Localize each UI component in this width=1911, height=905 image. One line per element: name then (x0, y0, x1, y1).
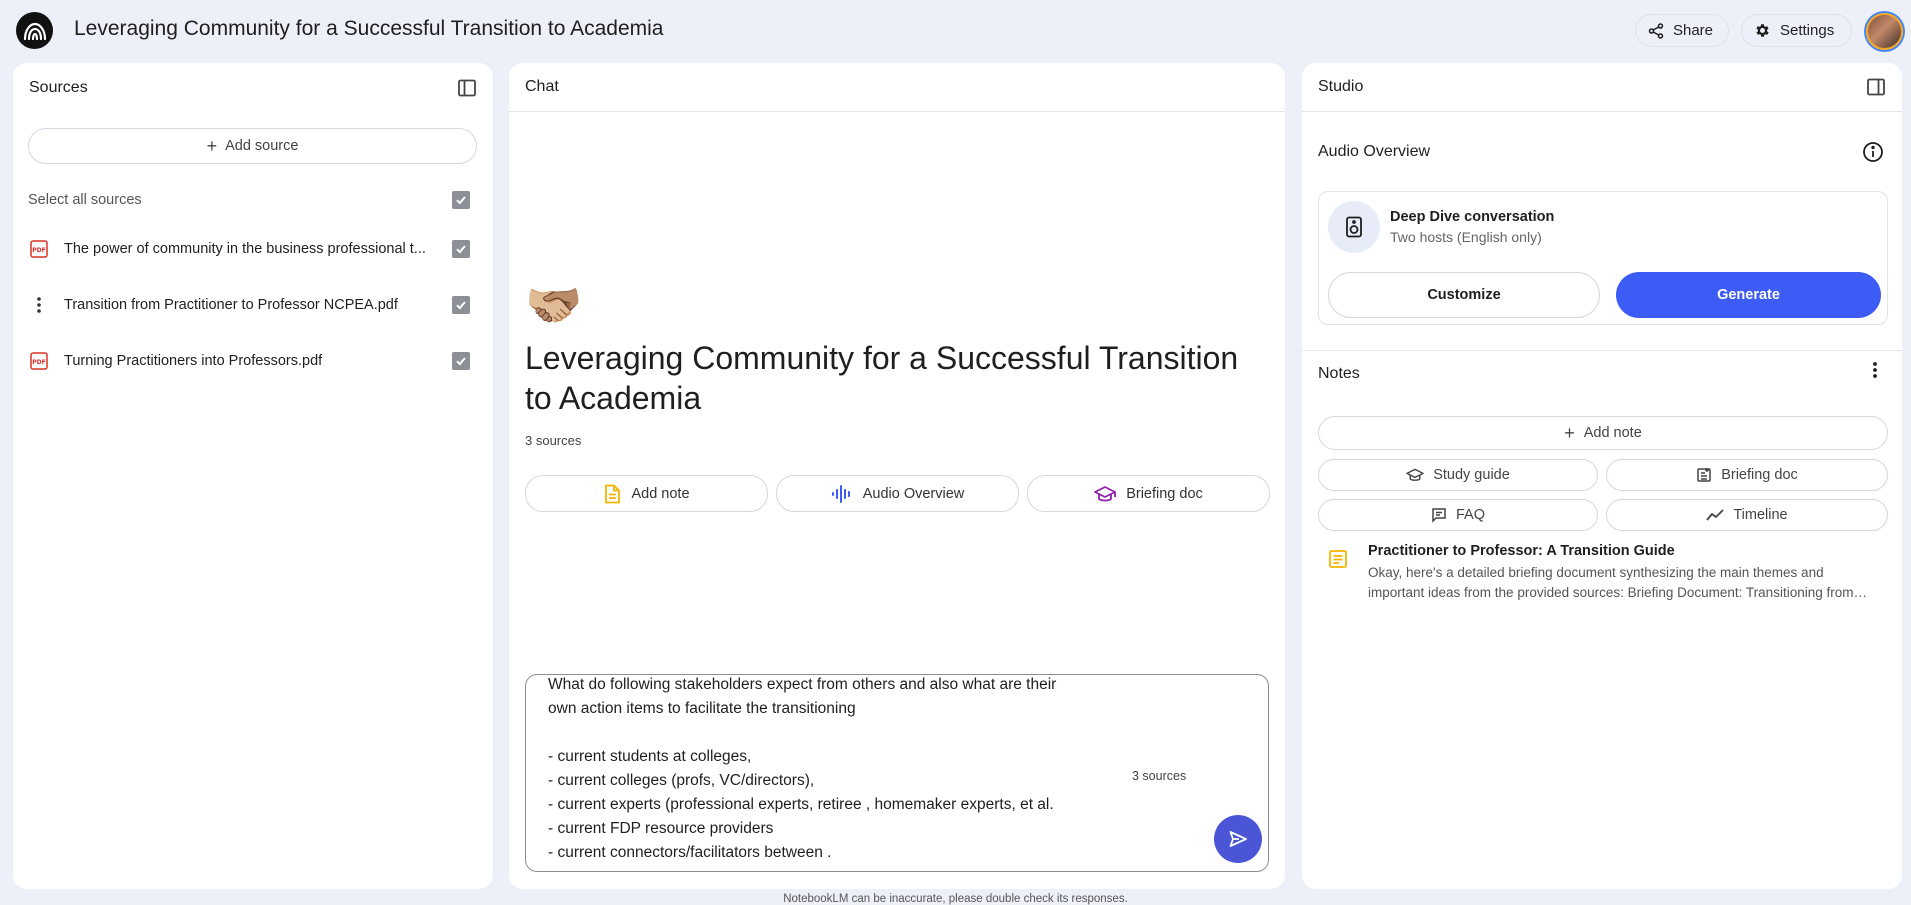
select-all-checkbox[interactable] (452, 191, 470, 209)
source-checkbox[interactable] (452, 240, 470, 258)
note-icon (1329, 550, 1347, 568)
audio-overview-button[interactable]: Audio Overview (776, 475, 1019, 512)
divider (1302, 350, 1902, 351)
collapse-panel-icon[interactable] (1866, 77, 1886, 97)
deep-dive-card: Deep Dive conversation Two hosts (Englis… (1318, 191, 1888, 325)
saved-note[interactable]: Practitioner to Professor: A Transition … (1318, 543, 1888, 603)
pdf-icon: PDF (28, 352, 50, 370)
source-item[interactable]: PDF The power of community in the busine… (28, 235, 480, 263)
select-all-label: Select all sources (28, 192, 142, 208)
studio-panel-title: Studio (1318, 78, 1364, 95)
plus-icon: + (1564, 423, 1575, 443)
studio-panel: Studio Audio Overview Deep Dive conversa… (1302, 63, 1902, 889)
source-name: The power of community in the business p… (64, 241, 426, 257)
studio-panel-header: Studio (1302, 63, 1902, 112)
note-doc-icon (605, 484, 621, 503)
notes-heading: Notes (1318, 365, 1360, 382)
settings-label: Settings (1780, 22, 1835, 39)
disclaimer-text: NotebookLM can be inaccurate, please dou… (783, 893, 1128, 905)
collapse-panel-icon[interactable] (457, 78, 477, 98)
source-name: Turning Practitioners into Professors.pd… (64, 353, 323, 369)
share-button[interactable]: Share (1635, 14, 1729, 47)
more-vert-icon[interactable] (28, 296, 50, 314)
trending-line-icon (1706, 509, 1724, 521)
sources-panel: Sources + Add source Select all sources … (13, 63, 493, 889)
share-icon (1648, 22, 1664, 39)
deep-dive-title: Deep Dive conversation (1390, 209, 1555, 225)
briefing-doc-label: Briefing doc (1126, 485, 1203, 502)
handshake-emoji-icon: 🫱🏼‍🫲🏽 (525, 279, 583, 331)
source-count: 3 sources (525, 433, 582, 448)
source-name: Transition from Practitioner to Professo… (64, 297, 398, 313)
notebook-heading: Leveraging Community for a Successful Tr… (525, 340, 1239, 416)
query-text[interactable]: What do following stakeholders expect fr… (548, 675, 1108, 865)
document-icon (1697, 468, 1711, 482)
briefing-doc-label: Briefing doc (1721, 467, 1798, 483)
study-guide-button[interactable]: Study guide (1318, 459, 1598, 491)
sources-panel-header: Sources (13, 63, 493, 112)
sources-panel-title: Sources (29, 78, 88, 96)
select-all-sources-row[interactable]: Select all sources (28, 186, 480, 214)
more-vert-icon[interactable] (1872, 360, 1878, 380)
plus-icon: + (206, 136, 218, 156)
info-icon[interactable] (1862, 141, 1884, 163)
briefing-doc-button[interactable]: Briefing doc (1606, 459, 1888, 491)
speaker-icon (1328, 201, 1380, 253)
settings-button[interactable]: Settings (1741, 14, 1852, 47)
faq-label: FAQ (1455, 507, 1485, 523)
add-note-button[interactable]: + Add note (1318, 416, 1888, 450)
notebooklm-logo-icon[interactable] (16, 12, 53, 49)
audio-overview-heading: Audio Overview (1318, 143, 1431, 160)
chat-panel-title: Chat (525, 78, 559, 95)
audio-wave-icon (831, 484, 850, 503)
generate-button[interactable]: Generate (1616, 272, 1881, 318)
add-source-button[interactable]: + Add source (28, 128, 477, 164)
query-source-count: 3 sources (1132, 769, 1187, 783)
source-checkbox[interactable] (452, 296, 470, 314)
notebook-title[interactable]: Leveraging Community for a Successful Tr… (74, 17, 663, 41)
deep-dive-subtitle: Two hosts (English only) (1390, 229, 1542, 245)
svg-text:PDF: PDF (32, 247, 45, 254)
chat-panel: Chat 🫱🏼‍🫲🏽 Leveraging Community for a Su… (509, 63, 1285, 889)
add-source-label: Add source (225, 138, 299, 154)
app-header: Leveraging Community for a Successful Tr… (0, 0, 1911, 62)
study-guide-label: Study guide (1433, 467, 1510, 483)
pdf-icon: PDF (28, 240, 50, 258)
customize-button[interactable]: Customize (1328, 272, 1600, 318)
note-preview: Okay, here's a detailed briefing documen… (1368, 565, 1854, 600)
add-note-label: Add note (631, 485, 690, 502)
note-title: Practitioner to Professor: A Transition … (1368, 543, 1675, 559)
timeline-button[interactable]: Timeline (1606, 499, 1888, 531)
chat-query-input[interactable]: What do following stakeholders expect fr… (525, 674, 1269, 872)
source-item[interactable]: Transition from Practitioner to Professo… (28, 291, 480, 319)
avatar[interactable] (1866, 13, 1903, 50)
gear-icon (1756, 24, 1769, 37)
share-label: Share (1672, 22, 1713, 39)
chat-panel-header: Chat (509, 63, 1285, 112)
source-item[interactable]: PDF Turning Practitioners into Professor… (28, 347, 480, 375)
graduation-cap-icon (1406, 468, 1424, 481)
graduation-cap-icon (1094, 485, 1117, 501)
faq-icon (1432, 508, 1446, 523)
briefing-doc-button[interactable]: Briefing doc (1027, 475, 1270, 512)
timeline-label: Timeline (1733, 507, 1788, 523)
faq-button[interactable]: FAQ (1318, 499, 1598, 531)
add-note-label: Add note (1583, 425, 1642, 441)
audio-overview-label: Audio Overview (862, 485, 965, 502)
svg-text:PDF: PDF (32, 359, 45, 366)
source-checkbox[interactable] (452, 352, 470, 370)
add-note-button[interactable]: Add note (525, 475, 768, 512)
send-button[interactable] (1214, 815, 1262, 863)
send-icon (1229, 831, 1247, 847)
